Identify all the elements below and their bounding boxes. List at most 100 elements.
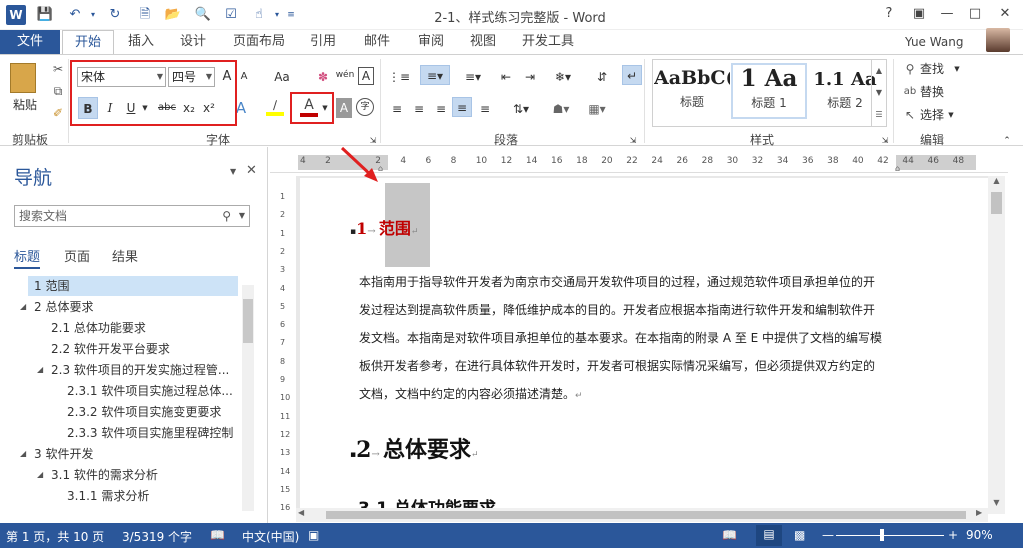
dialog-launcher-icon[interactable]: ⇲	[628, 131, 638, 151]
tab-mailings[interactable]: 邮件	[354, 30, 400, 54]
nav-tab-results[interactable]: 结果	[112, 246, 138, 265]
copy-icon[interactable]: ⧉	[48, 81, 68, 101]
collapse-ribbon-icon[interactable]: ⌃	[1000, 131, 1014, 151]
web-layout-icon[interactable]: ▩	[794, 528, 805, 542]
touch-mode-icon[interactable]: ☝	[250, 6, 268, 24]
nav-heading-item[interactable]: 3.1.1 需求分析	[67, 486, 238, 506]
enclosed-char-button[interactable]: 字	[356, 98, 374, 116]
redo-icon[interactable]: ↻	[106, 6, 124, 24]
tab-design[interactable]: 设计	[170, 30, 216, 54]
nav-heading-item[interactable]: 2.2 软件开发平台要求	[51, 339, 238, 359]
tab-file[interactable]: 文件	[0, 30, 60, 54]
char-shading-button[interactable]: A	[336, 98, 352, 118]
collapse-icon[interactable]: ◢	[20, 302, 26, 311]
scroll-thumb[interactable]	[991, 192, 1002, 214]
nav-heading-item[interactable]: 2 总体要求	[34, 297, 238, 317]
chevron-down-icon[interactable]: ▼	[239, 206, 245, 226]
tab-insert[interactable]: 插入	[118, 30, 164, 54]
chinese-layout-icon[interactable]: ❄▾	[550, 67, 576, 87]
proofing-icon[interactable]: 📖	[210, 528, 225, 542]
find-button[interactable]: 查找	[920, 59, 952, 79]
zoom-slider[interactable]	[836, 535, 944, 536]
find-icon[interactable]: ⚲	[902, 59, 918, 79]
tab-references[interactable]: 引用	[300, 30, 346, 54]
print-preview-icon[interactable]: 🔍	[194, 6, 212, 24]
clear-format-icon[interactable]: ✽	[314, 67, 332, 87]
new-doc-icon[interactable]: 🗎	[136, 6, 154, 24]
macro-icon[interactable]: ▣	[308, 528, 319, 542]
replace-icon[interactable]: ab	[902, 82, 918, 102]
search-icon[interactable]: ⚲	[222, 206, 231, 226]
heading2[interactable]: ▪2→ 总体要求↵	[350, 432, 479, 464]
nav-heading-item[interactable]: 2.3.1 软件项目实施过程总体...	[67, 381, 238, 401]
increase-indent-icon[interactable]: ⇥	[520, 67, 540, 87]
horizontal-scrollbar[interactable]: ◀ ▶	[296, 508, 988, 522]
avatar[interactable]	[986, 28, 1010, 52]
tab-page-layout[interactable]: 页面布局	[226, 30, 292, 54]
language-status[interactable]: 中文(中国)	[242, 528, 299, 545]
nav-options-icon[interactable]: ▼	[230, 167, 236, 176]
zoom-out-icon[interactable]: —	[822, 528, 834, 542]
customize-icon[interactable]: ≡	[282, 6, 300, 24]
scroll-up-icon[interactable]: ▲	[988, 176, 1005, 190]
line-spacing-icon[interactable]: ⇅▾	[508, 99, 534, 119]
hscroll-thumb[interactable]	[326, 511, 966, 519]
nav-heading-item[interactable]: 2.3.3 软件项目实施里程碑控制	[67, 423, 238, 443]
select-icon[interactable]: ↖	[902, 105, 918, 125]
body-line[interactable]: 文档，文档中约定的内容必须描述清楚。↵	[359, 380, 904, 410]
read-mode-icon[interactable]: 📖	[722, 528, 737, 542]
scroll-left-icon[interactable]: ◀	[298, 508, 304, 517]
body-line[interactable]: 发文档。本指南是对软件项目承担单位的基本要求。在本指南的附录 A 至 E 中提供…	[359, 324, 904, 352]
bullets-icon[interactable]: ⋮≡	[388, 67, 410, 87]
save-icon[interactable]: 💾	[36, 6, 54, 24]
borders-icon[interactable]: ▦▾	[582, 99, 612, 119]
right-indent-icon[interactable]: ⌂	[895, 164, 900, 173]
chevron-down-icon[interactable]: ▼	[946, 105, 956, 125]
format-painter-icon[interactable]: ✐	[48, 103, 68, 123]
ribbon-display-icon[interactable]: ▣	[906, 3, 932, 25]
close-icon[interactable]: ✕	[246, 163, 257, 178]
help-icon[interactable]: ?	[876, 3, 902, 25]
nav-heading-item[interactable]: 3.1 软件的需求分析	[51, 465, 238, 485]
heading1[interactable]: ▪1→ 范围↵	[350, 215, 418, 239]
minimize-icon[interactable]: —	[934, 3, 960, 25]
nav-heading-item[interactable]: 1 范围	[28, 276, 238, 296]
page-count[interactable]: 第 1 页，共 10 页	[6, 528, 104, 545]
scroll-right-icon[interactable]: ▶	[976, 508, 982, 517]
close-icon[interactable]: ✕	[992, 3, 1018, 25]
change-case-button[interactable]: Aa	[270, 67, 294, 87]
open-folder-icon[interactable]: 📂	[164, 6, 182, 24]
highlight-icon[interactable]: ∕	[266, 98, 284, 116]
nav-tab-headings[interactable]: 标题	[14, 246, 41, 269]
vertical-ruler[interactable]: 1 2 1 2 3 4 5 6 7 8 9 10 11 12 13 14 15 16	[276, 178, 296, 514]
nav-heading-item[interactable]: 3 软件开发	[34, 444, 238, 464]
justify-icon[interactable]: ≡	[452, 97, 472, 117]
tab-home[interactable]: 开始	[62, 30, 114, 55]
collapse-icon[interactable]: ◢	[37, 470, 43, 479]
shading-icon[interactable]: ☗▾	[548, 99, 574, 119]
print-layout-icon[interactable]: ▤	[756, 525, 782, 546]
nav-scroll-thumb[interactable]	[243, 299, 253, 343]
undo-dropdown-icon[interactable]: ▾	[84, 6, 102, 24]
style-card-heading1[interactable]: 1 Aa 标题 1	[731, 63, 807, 119]
nav-heading-item[interactable]: 2.1 总体功能要求	[51, 318, 238, 338]
tab-view[interactable]: 视图	[460, 30, 506, 54]
search-input[interactable]: 搜索文档 ⚲ ▼	[14, 205, 250, 227]
shrink-font-button[interactable]: A	[237, 67, 251, 87]
chevron-down-icon[interactable]: ▼	[952, 59, 962, 79]
paste-icon[interactable]	[10, 63, 36, 93]
show-marks-icon[interactable]: ↵	[622, 65, 642, 85]
nav-heading-item[interactable]: 2.3 软件项目的开发实施过程管...	[51, 360, 238, 380]
checklist-icon[interactable]: ☑	[222, 6, 240, 24]
zoom-slider-thumb[interactable]	[880, 529, 884, 541]
maximize-icon[interactable]: □	[962, 3, 988, 25]
char-border-button[interactable]: A	[358, 67, 374, 85]
styles-scroll[interactable]: ▲ ▼ ☰	[871, 60, 886, 126]
collapse-icon[interactable]: ◢	[20, 449, 26, 458]
tab-developer[interactable]: 开发工具	[514, 30, 582, 54]
replace-button[interactable]: 替换	[920, 82, 952, 102]
vertical-scrollbar[interactable]: ▲ ▼	[988, 176, 1005, 514]
style-card-title[interactable]: AaBbC( 标题	[654, 63, 730, 119]
body-line[interactable]: 发过程达到提高软件质量，降低维护成本的目的。开发者应根据本指南进行软件开发和编制…	[359, 296, 904, 324]
word-count[interactable]: 3/5319 个字	[122, 528, 192, 545]
